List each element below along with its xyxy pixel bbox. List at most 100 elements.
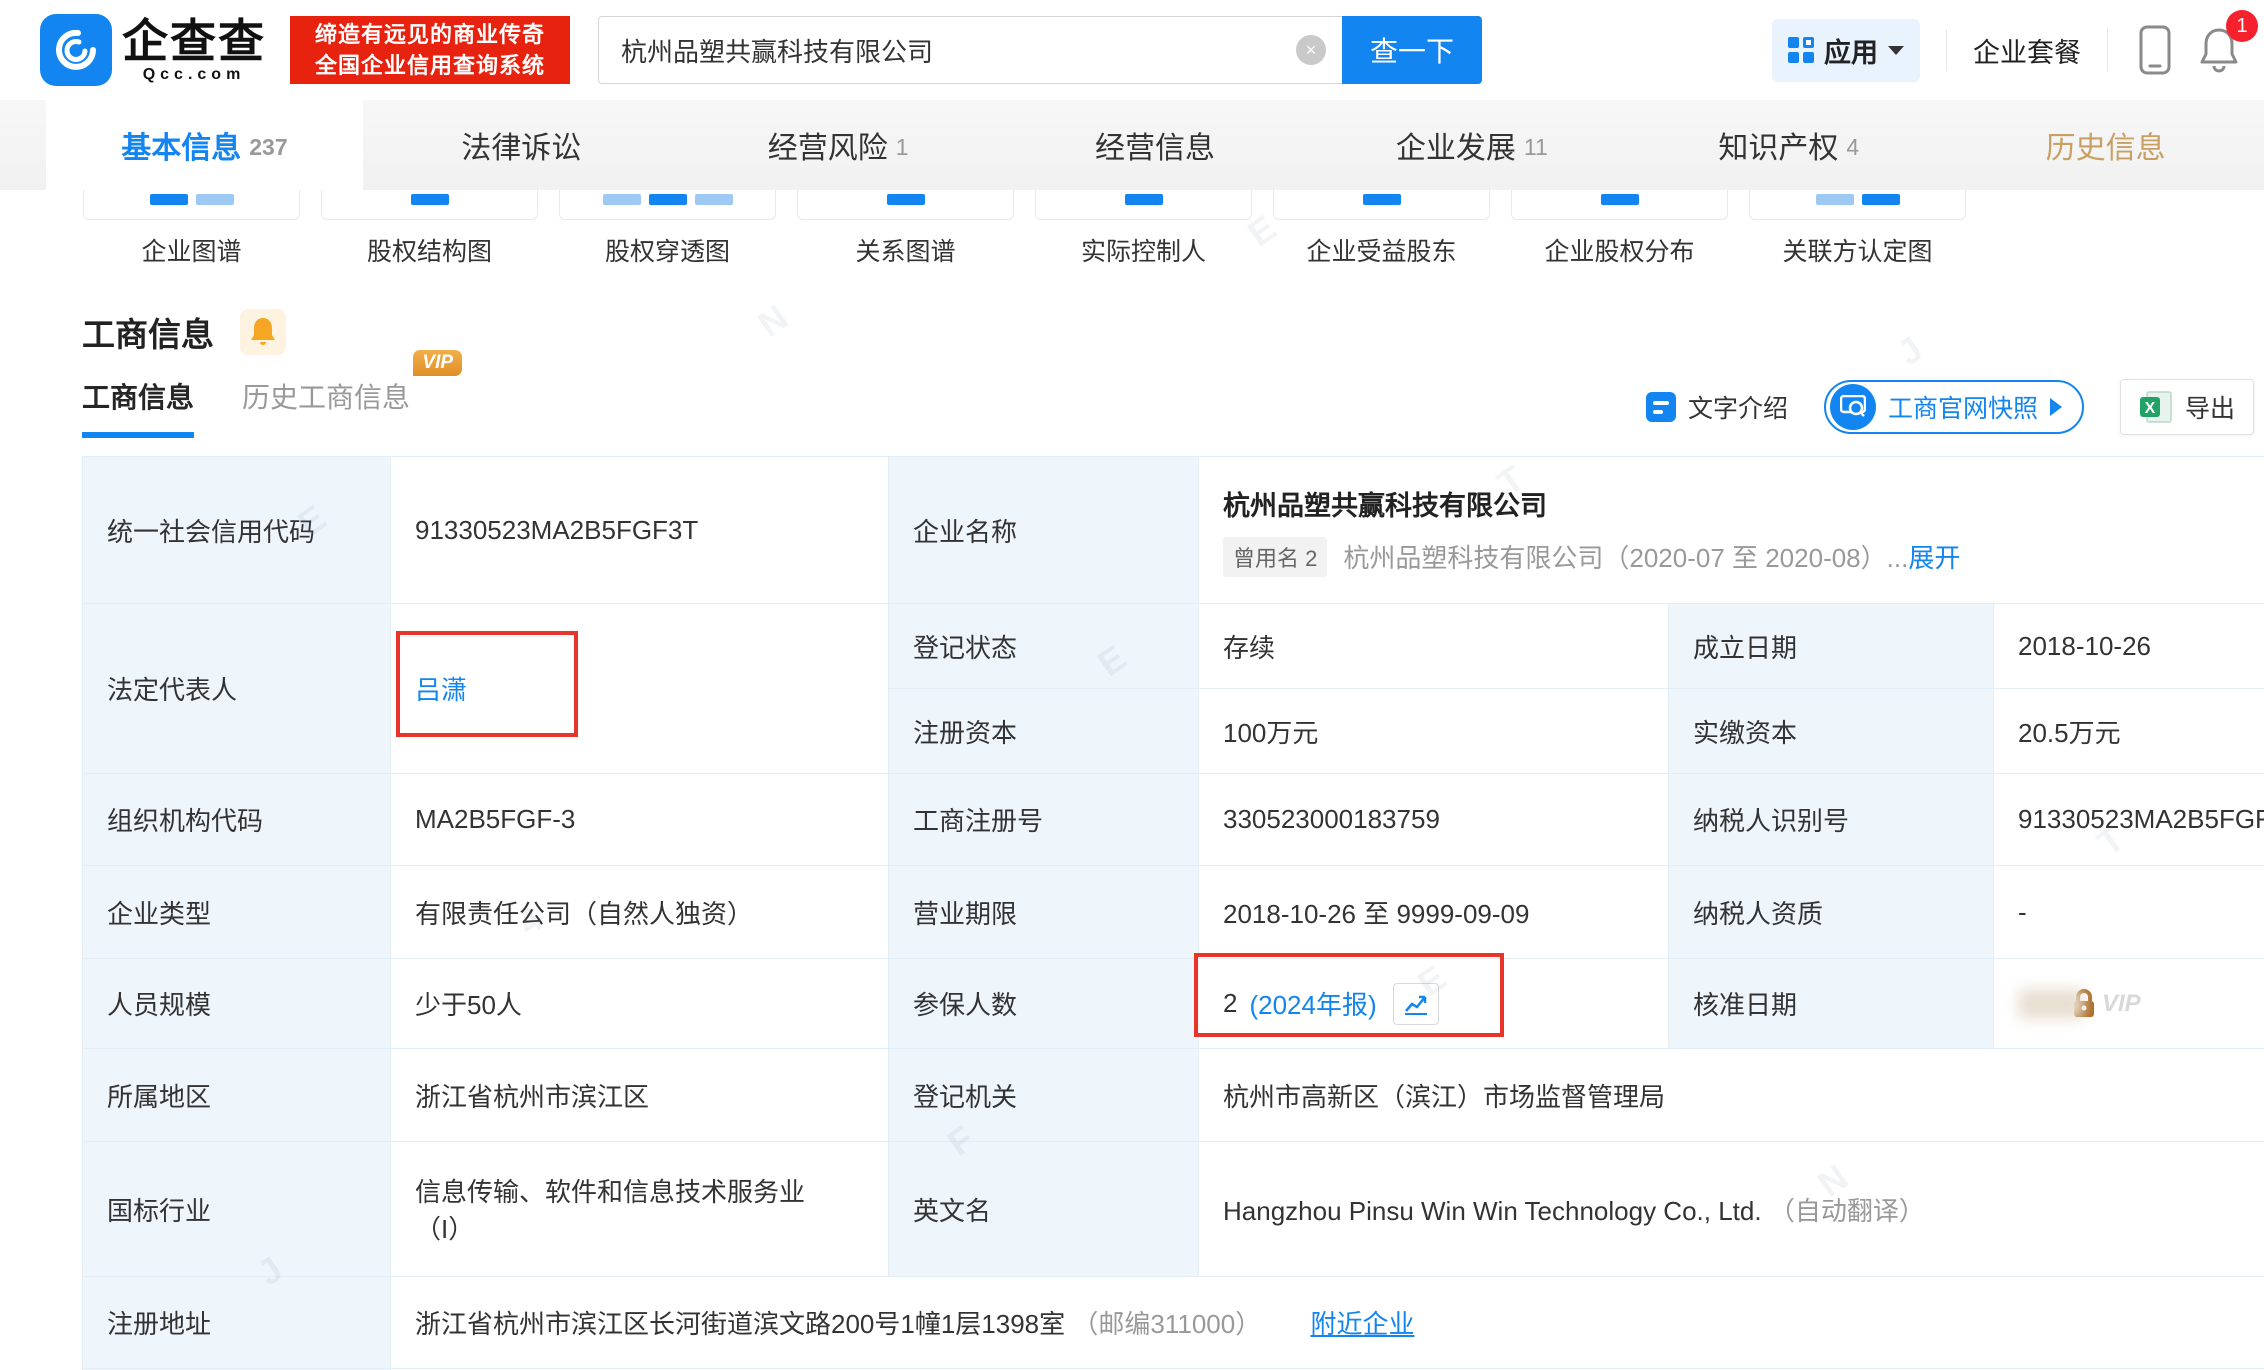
tab-legal-litigation[interactable]: 法律诉讼 (363, 100, 680, 190)
tab-history-info[interactable]: 历史信息 (1947, 100, 2264, 190)
reg-no-label: 工商注册号 (889, 774, 1199, 866)
notification-badge: 1 (2226, 10, 2258, 42)
industry-value: 信息传输、软件和信息技术服务业 （I） (391, 1142, 889, 1277)
table-row: 国标行业 信息传输、软件和信息技术服务业 （I） 英文名 Hangzhou Pi… (83, 1142, 2264, 1277)
qcc-logo[interactable]: 企查查 Qcc.com (40, 14, 266, 86)
nearby-companies-link[interactable]: 附近企业 (1310, 1309, 1414, 1339)
english-name-label: 英文名 (889, 1142, 1199, 1277)
reg-no-value: 330523000183759 (1199, 774, 1669, 866)
tab-count: 237 (249, 134, 287, 161)
mobile-app-icon[interactable] (2138, 24, 2172, 76)
thumbnail (559, 190, 776, 220)
shortcut-equity-structure[interactable]: 股权结构图 (321, 190, 538, 268)
table-row: 法定代表人 吕潇 登记状态 存续 成立日期 2018-10-26 (83, 604, 2264, 689)
auto-translate-note: （自动翻译） (1769, 1196, 1925, 1226)
shortcut-beneficial-shareholders[interactable]: 企业受益股东 (1273, 190, 1490, 268)
snapshot-screen-icon (1830, 384, 1876, 430)
approval-date-label: 核准日期 (1669, 959, 1994, 1049)
subtab-business-info[interactable]: 工商信息 (82, 376, 194, 438)
notification-bell-icon[interactable]: 1 (2198, 26, 2240, 74)
legal-rep-cell: 吕潇 (391, 604, 889, 774)
brand-name: 企查查 (122, 16, 266, 66)
monitor-bell-button[interactable] (240, 309, 286, 355)
shortcut-equity-distribution[interactable]: 企业股权分布 (1511, 190, 1728, 268)
company-type-label: 企业类型 (83, 866, 391, 959)
shortcut-label: 实际控制人 (1035, 232, 1252, 268)
company-name: 杭州品塑共赢科技有限公司 (1223, 484, 2264, 523)
official-snapshot-button[interactable]: 工商官网快照 (1824, 380, 2084, 434)
org-code-label: 组织机构代码 (83, 774, 391, 866)
tab-operation-info[interactable]: 经营信息 (997, 100, 1314, 190)
slogan-banner: 缔造有远见的商业传奇 全国企业信用查询系统 (290, 16, 570, 84)
company-name-label: 企业名称 (889, 457, 1199, 604)
header-right-nav: 应用 企业套餐 1 (1772, 19, 2250, 82)
enterprise-package-link[interactable]: 企业套餐 (1973, 31, 2081, 70)
divider (2107, 29, 2108, 71)
apps-menu-button[interactable]: 应用 (1772, 19, 1920, 82)
tab-label: 企业发展 (1396, 123, 1516, 167)
legal-rep-link[interactable]: 吕潇 (415, 675, 467, 705)
taxpayer-qual-value: - (1994, 866, 2264, 959)
apps-grid-icon (1788, 37, 1814, 63)
insured-cell: 2 (2024年报) (1199, 959, 1669, 1049)
text-intro-label: 文字介绍 (1688, 389, 1788, 425)
subtab-history-business-info[interactable]: 历史工商信息 VIP (242, 376, 410, 438)
subtab-row: 工商信息 历史工商信息 VIP 文字介绍 工商官网快照 (82, 372, 2254, 442)
shortcut-equity-penetration[interactable]: 股权穿透图 (559, 190, 776, 268)
tab-count: 1 (896, 134, 909, 161)
expand-link[interactable]: 展开 (1908, 538, 1960, 575)
shortcut-label: 股权穿透图 (559, 232, 776, 268)
tab-count: 4 (1846, 134, 1859, 161)
english-name: Hangzhou Pinsu Win Win Technology Co., L… (1223, 1196, 1762, 1226)
tab-intellectual-property[interactable]: 知识产权 4 (1630, 100, 1947, 190)
vip-locked-value[interactable]: VIP (2018, 988, 2264, 1020)
credit-code-value: 91330523MA2B5FGF3T (391, 457, 889, 604)
tab-operation-risk[interactable]: 经营风险 1 (680, 100, 997, 190)
tab-basic-info[interactable]: 基本信息 237 (46, 100, 363, 190)
clear-search-icon[interactable]: × (1296, 35, 1326, 65)
table-row: 企业类型 有限责任公司（自然人独资） 营业期限 2018-10-26 至 999… (83, 866, 2264, 959)
slogan-line1: 缔造有远见的商业传奇 (315, 19, 545, 50)
search-bar: × 查一下 (598, 16, 1482, 84)
company-name-cell: 杭州品塑共赢科技有限公司 曾用名 2 杭州品塑科技有限公司（2020-07 至 … (1199, 457, 2264, 604)
search-input[interactable] (598, 16, 1342, 84)
top-header: 企查查 Qcc.com 缔造有远见的商业传奇 全国企业信用查询系统 × 查一下 … (0, 0, 2264, 100)
taxpayer-id-label: 纳税人识别号 (1669, 774, 1994, 866)
business-info-table: 统一社会信用代码 91330523MA2B5FGF3T 企业名称 杭州品塑共赢科… (82, 456, 2264, 1370)
industry-line2: （I） (415, 1209, 864, 1246)
region-label: 所属地区 (83, 1049, 391, 1142)
address-label: 注册地址 (83, 1277, 391, 1369)
thumbnail (1749, 190, 1966, 220)
export-button[interactable]: X 导出 (2120, 379, 2254, 435)
industry-label: 国标行业 (83, 1142, 391, 1277)
shortcut-actual-controller[interactable]: 实际控制人 (1035, 190, 1252, 268)
table-row: 人员规模 少于50人 参保人数 2 (2024年报) 核准日期 (83, 959, 2264, 1049)
tab-company-development[interactable]: 企业发展 11 (1313, 100, 1630, 190)
trend-chart-button[interactable] (1393, 983, 1439, 1025)
former-name: 杭州品塑科技有限公司（2020-07 至 2020-08）... (1343, 538, 1908, 575)
annual-report-link[interactable]: (2024年报) (1249, 985, 1376, 1022)
search-button[interactable]: 查一下 (1342, 16, 1482, 84)
term-value: 2018-10-26 至 9999-09-09 (1199, 866, 1669, 959)
shortcut-related-party-graph[interactable]: 关联方认定图 (1749, 190, 1966, 268)
tab-label: 历史信息 (2046, 123, 2166, 167)
blurred-value (2018, 989, 2084, 1019)
paid-capital-label: 实缴资本 (1669, 689, 1994, 774)
tab-label: 基本信息 (121, 123, 241, 167)
qcc-logo-icon (40, 14, 112, 86)
text-intro-icon (1646, 392, 1676, 422)
authority-label: 登记机关 (889, 1049, 1199, 1142)
status-value: 存续 (1199, 604, 1669, 689)
text-intro-button[interactable]: 文字介绍 (1646, 389, 1788, 425)
divider (1946, 29, 1947, 71)
table-row: 统一社会信用代码 91330523MA2B5FGF3T 企业名称 杭州品塑共赢科… (83, 457, 2264, 604)
shortcut-label: 企业股权分布 (1511, 232, 1728, 268)
term-label: 营业期限 (889, 866, 1199, 959)
shortcut-relationship-graph[interactable]: 关系图谱 (797, 190, 1014, 268)
taxpayer-qual-label: 纳税人资质 (1669, 866, 1994, 959)
thumbnail (1035, 190, 1252, 220)
shortcut-company-graph[interactable]: 企业图谱 (83, 190, 300, 268)
english-name-cell: Hangzhou Pinsu Win Win Technology Co., L… (1199, 1142, 2264, 1277)
subtab-label: 历史工商信息 (242, 382, 410, 413)
staff-size-label: 人员规模 (83, 959, 391, 1049)
